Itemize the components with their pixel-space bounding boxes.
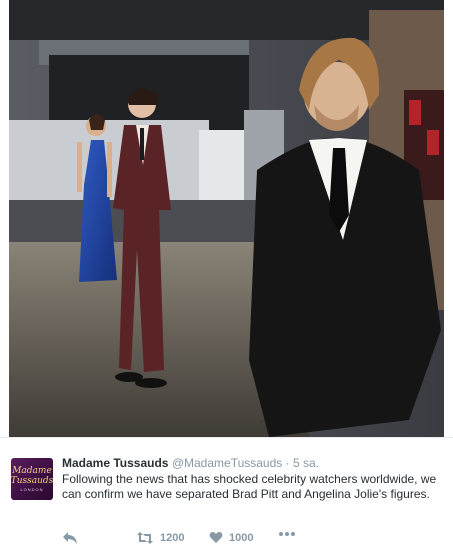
reply-button[interactable] — [62, 531, 78, 545]
avatar-logo-line3: LONDON — [20, 486, 44, 492]
like-count: 1000 — [229, 531, 254, 544]
heart-icon — [209, 532, 223, 543]
tweet-actions: 1200 1000 — [62, 531, 442, 547]
avatar-logo-line1: Madame — [12, 465, 52, 476]
author-handle[interactable]: @MadameTussauds — [172, 456, 282, 470]
avatar-logo-line2: Tussauds — [11, 475, 53, 486]
tweet-card: Madame Tussauds LONDON Madame Tussauds @… — [0, 437, 453, 557]
tweet-photo[interactable] — [9, 0, 444, 437]
separator: · — [285, 456, 290, 470]
retweet-button[interactable]: 1200 — [136, 531, 184, 545]
reply-icon — [63, 532, 77, 544]
avatar[interactable]: Madame Tussauds LONDON — [11, 458, 53, 500]
retweet-count: 1200 — [160, 532, 185, 544]
author-name[interactable]: Madame Tussauds — [62, 456, 168, 470]
more-button[interactable] — [278, 531, 296, 537]
more-icon — [279, 532, 295, 536]
tweet-text: Following the news that has shocked cele… — [62, 472, 437, 501]
like-button[interactable]: 1000 — [209, 531, 253, 544]
timestamp[interactable]: 5 sa. — [293, 456, 319, 470]
retweet-icon — [137, 532, 153, 544]
tweet-header: Madame Tussauds @MadameTussauds · 5 sa. — [62, 456, 319, 470]
wax-figures-photo — [9, 0, 444, 437]
